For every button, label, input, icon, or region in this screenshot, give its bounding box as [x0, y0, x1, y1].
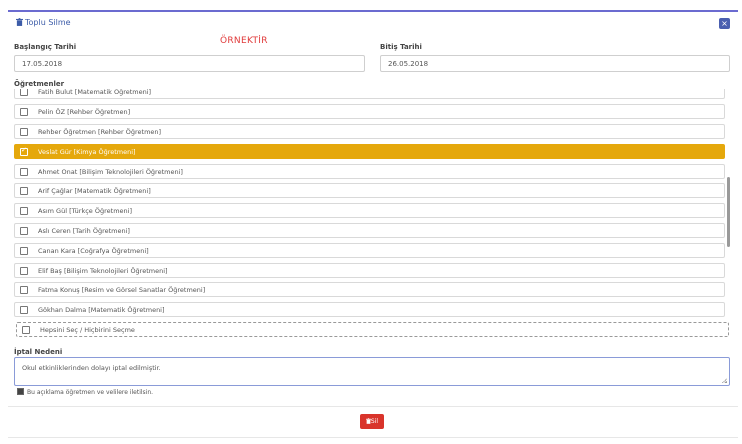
teacher-item-label: Fatih Bulut [Matematik Öğretmeni]	[38, 89, 152, 96]
start-date-input[interactable]: 17.05.2018	[14, 55, 365, 72]
teacher-item-label: Ahmet Onat [Bilişim Teknolojileri Öğretm…	[38, 168, 183, 176]
delete-button[interactable]: Sil	[360, 414, 384, 429]
sample-watermark-label: ÖRNEKTİR	[220, 36, 268, 46]
teacher-item-label: Gökhan Dalma [Matematik Öğretmeni]	[38, 306, 165, 314]
close-button[interactable]: ×	[719, 18, 730, 29]
notify-option-label: Bu açıklama öğretmen ve velilere iletils…	[27, 389, 154, 396]
checkbox[interactable]	[20, 286, 28, 294]
select-all-label: Hepsini Seç / Hiçbirini Seçme	[40, 326, 135, 334]
trash-icon	[16, 18, 23, 26]
teacher-item[interactable]: Elif Baş [Bilişim Teknolojileri Öğretmen…	[14, 263, 725, 278]
checkbox[interactable]	[20, 108, 28, 116]
teacher-item-label: Rehber Öğretmen [Rehber Öğretmen]	[38, 128, 162, 136]
teacher-list-scrollbar[interactable]	[727, 177, 730, 247]
checkbox[interactable]	[20, 247, 28, 255]
teacher-item-label: Veslat Gür [Kimya Öğretmeni]	[38, 148, 136, 156]
teacher-item-label: Canan Kara [Coğrafya Öğretmeni]	[38, 247, 149, 255]
notify-option[interactable]: Bu açıklama öğretmen ve velilere iletils…	[17, 388, 153, 396]
teacher-item-label: Elif Baş [Bilişim Teknolojileri Öğretmen…	[38, 267, 168, 275]
checkbox[interactable]	[20, 187, 28, 195]
checkbox[interactable]	[20, 89, 28, 96]
resize-handle-icon[interactable]	[722, 378, 727, 383]
teachers-label: Öğretmenler	[14, 80, 65, 88]
teacher-item[interactable]: Pelin ÖZ [Rehber Öğretmen]	[14, 104, 725, 119]
checkbox[interactable]	[20, 267, 28, 275]
start-date-label: Başlangıç Tarihi	[14, 43, 77, 51]
modal-bottom-border	[8, 437, 738, 438]
teacher-item[interactable]: Rehber Öğretmen [Rehber Öğretmen]	[14, 124, 725, 139]
teacher-item[interactable]: Fatih Bulut [Matematik Öğretmeni]	[14, 89, 725, 99]
teacher-item[interactable]: Asım Gül [Türkçe Öğretmeni]	[14, 203, 725, 218]
checkbox[interactable]	[20, 168, 28, 176]
teacher-item[interactable]: Arif Çağlar [Matematik Öğretmeni]	[14, 183, 725, 198]
teacher-item-label: Asım Gül [Türkçe Öğretmeni]	[38, 207, 132, 215]
teacher-item[interactable]: Ahmet Onat [Bilişim Teknolojileri Öğretm…	[14, 164, 725, 179]
checkbox[interactable]	[20, 207, 28, 215]
modal-header: Toplu Silme ×	[8, 12, 738, 34]
teacher-list[interactable]: Fatih Bulut [Matematik Öğretmeni] Pelin …	[14, 89, 730, 341]
teacher-item-label: Arif Çağlar [Matematik Öğretmeni]	[38, 187, 151, 195]
footer-divider	[8, 406, 738, 407]
checkbox-checked[interactable]	[20, 146, 28, 156]
delete-button-label: Sil	[370, 418, 379, 425]
teacher-item[interactable]: Fatma Konuş [Resim ve Görsel Sanatlar Öğ…	[14, 282, 725, 297]
select-all-item[interactable]: Hepsini Seç / Hiçbirini Seçme	[16, 322, 729, 337]
modal-title-text: Toplu Silme	[25, 18, 71, 27]
checkbox[interactable]	[20, 227, 28, 235]
checkbox[interactable]	[20, 128, 28, 136]
checkbox[interactable]	[20, 306, 28, 314]
end-date-input[interactable]: 26.05.2018	[380, 55, 730, 72]
teacher-item[interactable]: Aslı Ceren [Tarih Öğretmeni]	[14, 223, 725, 238]
cancel-reason-textarea[interactable]: Okul etkinliklerinden dolayı iptal edilm…	[14, 357, 730, 386]
teacher-item[interactable]: Canan Kara [Coğrafya Öğretmeni]	[14, 243, 725, 258]
teacher-item-label: Aslı Ceren [Tarih Öğretmeni]	[38, 227, 130, 235]
checkbox[interactable]	[22, 326, 30, 334]
teacher-item[interactable]: Gökhan Dalma [Matematik Öğretmeni]	[14, 302, 725, 317]
cancel-reason-text: Okul etkinliklerinden dolayı iptal edilm…	[22, 364, 161, 372]
checkbox-checked[interactable]	[17, 388, 24, 395]
teacher-item-selected[interactable]: Veslat Gür [Kimya Öğretmeni]	[14, 144, 725, 159]
modal-title: Toplu Silme	[16, 18, 71, 27]
teacher-item-label: Fatma Konuş [Resim ve Görsel Sanatlar Öğ…	[38, 286, 206, 294]
end-date-label: Bitiş Tarihi	[380, 43, 422, 51]
cancel-reason-label: İptal Nedeni	[14, 348, 63, 356]
teacher-item-label: Pelin ÖZ [Rehber Öğretmen]	[38, 108, 131, 116]
